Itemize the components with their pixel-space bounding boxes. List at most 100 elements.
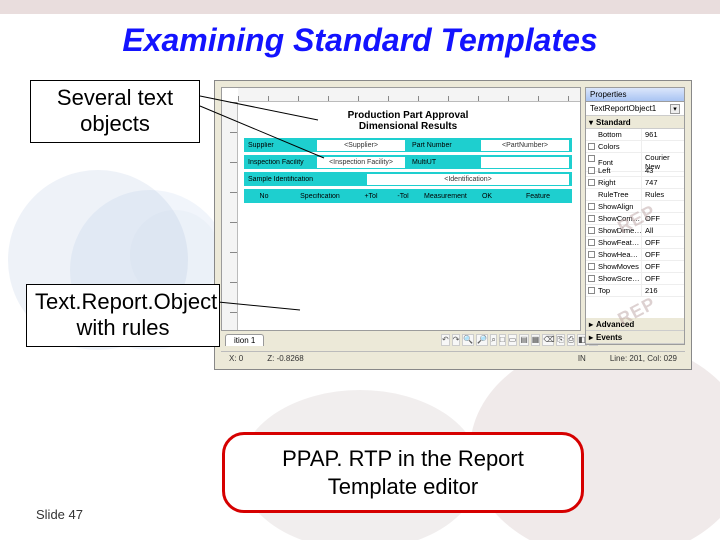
property-row[interactable]: ShowAlign bbox=[586, 201, 684, 213]
property-value[interactable]: 747 bbox=[642, 177, 684, 189]
toolbar-icon[interactable]: ↷ bbox=[452, 334, 461, 346]
property-row[interactable]: ShowDime…All bbox=[586, 225, 684, 237]
properties-group-advanced[interactable]: ▸ Advanced bbox=[586, 318, 684, 331]
plus-icon: ▸ bbox=[589, 333, 593, 342]
report-row: Inspection Facility <Inspection Facility… bbox=[244, 155, 572, 169]
toolbar-icon[interactable]: ▤ bbox=[519, 334, 529, 346]
report-row: Sample Identification <Identification> bbox=[244, 172, 572, 186]
toolbar-icon[interactable]: ⌕ bbox=[490, 334, 496, 346]
property-value[interactable]: 961 bbox=[642, 129, 684, 141]
property-value[interactable]: OFF bbox=[642, 261, 684, 273]
property-value[interactable]: All bbox=[642, 225, 684, 237]
property-row[interactable]: ShowCom…OFF bbox=[586, 213, 684, 225]
toolbar-icon[interactable]: ▦ bbox=[531, 334, 541, 346]
properties-group-events[interactable]: ▸ Events bbox=[586, 331, 684, 344]
checkbox-icon[interactable] bbox=[588, 143, 595, 150]
property-value[interactable]: 216 bbox=[642, 285, 684, 297]
checkbox-icon[interactable] bbox=[588, 263, 595, 270]
property-value[interactable] bbox=[642, 201, 684, 213]
property-value[interactable]: OFF bbox=[642, 237, 684, 249]
property-row[interactable]: ShowFeat…OFF bbox=[586, 237, 684, 249]
property-value[interactable]: Rules bbox=[642, 189, 684, 201]
status-unit: IN bbox=[578, 354, 586, 363]
status-x: X: 0 bbox=[229, 354, 243, 363]
checkbox-icon[interactable] bbox=[588, 155, 595, 162]
property-row[interactable]: ShowScre…OFF bbox=[586, 273, 684, 285]
property-key: RuleTree bbox=[586, 189, 642, 201]
properties-object-select[interactable]: TextReportObject1 ▾ bbox=[586, 102, 684, 116]
property-row[interactable]: ShowHea…OFF bbox=[586, 249, 684, 261]
toolbar-icon[interactable]: 🔍 bbox=[462, 334, 474, 346]
toolbar-icon[interactable]: ⌫ bbox=[542, 334, 554, 346]
property-key: Colors bbox=[586, 141, 642, 153]
property-row[interactable]: FontCourier New bbox=[586, 153, 684, 165]
callout-ppap: PPAP. RTP in the Report Template editor bbox=[222, 432, 584, 513]
checkbox-icon[interactable] bbox=[588, 227, 595, 234]
checkbox-icon[interactable] bbox=[588, 239, 595, 246]
group-label: Events bbox=[596, 333, 622, 342]
field-value: <Inspection Facility> bbox=[317, 157, 405, 168]
checkbox-icon[interactable] bbox=[588, 215, 595, 222]
checkbox-icon[interactable] bbox=[588, 179, 595, 186]
field-value: <Supplier> bbox=[317, 140, 405, 151]
editor-toolbar: ↶↷🔍🔎⌕□▭▤▦⌫⎘⎙◧◨ bbox=[441, 333, 581, 347]
checkbox-icon[interactable] bbox=[588, 287, 595, 294]
slide-number: Slide 47 bbox=[36, 507, 83, 522]
property-row[interactable]: Colors bbox=[586, 141, 684, 153]
property-key: ShowDime… bbox=[586, 225, 642, 237]
field-value: <Identification> bbox=[367, 174, 569, 185]
status-linecol: Line: 201, Col: 029 bbox=[610, 354, 677, 363]
properties-selected-label: TextReportObject1 bbox=[590, 104, 656, 113]
report-template-editor-screenshot: Production Part Approval Dimensional Res… bbox=[214, 80, 692, 370]
property-key: Bottom bbox=[586, 129, 642, 141]
editor-tab[interactable]: ition 1 bbox=[225, 334, 264, 346]
slide-title: Examining Standard Templates bbox=[0, 22, 720, 59]
properties-group-standard[interactable]: ▾ Standard bbox=[586, 116, 684, 129]
plus-icon: ▸ bbox=[589, 320, 593, 329]
report-heading-line2: Dimensional Results bbox=[359, 121, 457, 132]
field-value bbox=[481, 157, 569, 168]
toolbar-icon[interactable]: □ bbox=[499, 334, 506, 346]
property-row[interactable]: RuleTreeRules bbox=[586, 189, 684, 201]
toolbar-icon[interactable]: 🔎 bbox=[476, 334, 488, 346]
property-value[interactable] bbox=[642, 141, 684, 153]
checkbox-icon[interactable] bbox=[588, 275, 595, 282]
property-row[interactable]: Top216 bbox=[586, 285, 684, 297]
field-value: <PartNumber> bbox=[481, 140, 569, 151]
property-row[interactable]: Left43 bbox=[586, 165, 684, 177]
report-heading-line1: Production Part Approval bbox=[348, 110, 469, 121]
toolbar-icon[interactable]: ▭ bbox=[508, 334, 518, 346]
property-row[interactable]: ShowMovesOFF bbox=[586, 261, 684, 273]
toolbar-icon[interactable]: ⎙ bbox=[567, 334, 575, 346]
property-row[interactable]: Right747 bbox=[586, 177, 684, 189]
col-header: Specification bbox=[286, 193, 354, 200]
checkbox-icon[interactable] bbox=[588, 203, 595, 210]
property-key: Top bbox=[586, 285, 642, 297]
ruler-vertical bbox=[222, 102, 238, 330]
toolbar-icon[interactable]: ⎘ bbox=[556, 334, 564, 346]
report-field-bars: Supplier <Supplier> Part Number <PartNum… bbox=[244, 138, 572, 203]
properties-title: Properties bbox=[586, 88, 684, 102]
property-value[interactable]: 43 bbox=[642, 165, 684, 177]
properties-panel: Properties TextReportObject1 ▾ ▾ Standar… bbox=[585, 87, 685, 345]
col-header: Feature bbox=[504, 193, 572, 200]
property-value[interactable]: OFF bbox=[642, 273, 684, 285]
property-key: ShowCom… bbox=[586, 213, 642, 225]
property-row[interactable]: Bottom961 bbox=[586, 129, 684, 141]
property-key: Left bbox=[586, 165, 642, 177]
checkbox-icon[interactable] bbox=[588, 167, 595, 174]
property-key: Right bbox=[586, 177, 642, 189]
editor-canvas: Production Part Approval Dimensional Res… bbox=[221, 87, 581, 331]
property-value[interactable]: OFF bbox=[642, 213, 684, 225]
col-header: -Tol bbox=[388, 193, 418, 200]
properties-list: Bottom961ColorsFontCourier NewLeft43Righ… bbox=[586, 129, 684, 318]
annotation-text-report-object: Text.Report.Object with rules bbox=[26, 284, 220, 347]
property-value[interactable]: OFF bbox=[642, 249, 684, 261]
chevron-down-icon: ▾ bbox=[670, 104, 680, 114]
property-key: ShowMoves bbox=[586, 261, 642, 273]
col-header: OK bbox=[472, 193, 502, 200]
col-header: No bbox=[244, 193, 284, 200]
group-label: Advanced bbox=[596, 320, 634, 329]
toolbar-icon[interactable]: ↶ bbox=[441, 334, 450, 346]
checkbox-icon[interactable] bbox=[588, 251, 595, 258]
